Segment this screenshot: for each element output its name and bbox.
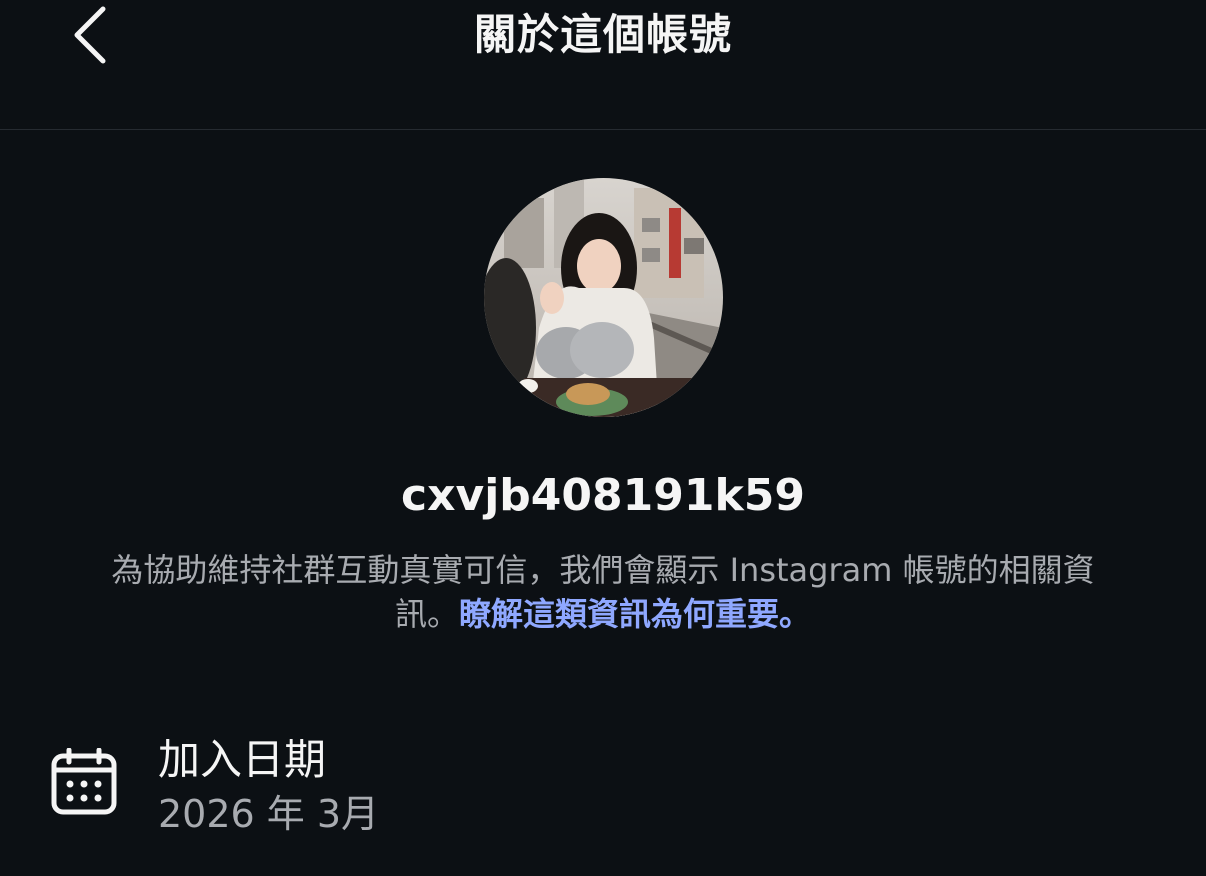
account-info-text: 為協助維持社群互動真實可信，我們會顯示 Instagram 帳號的相關資訊。瞭解… <box>90 548 1116 636</box>
profile-photo <box>484 178 723 417</box>
about-account-page: 關於這個帳號 cxvjb408191k59 為協助維持社群互動真實可信，我們會顯… <box>0 0 1206 876</box>
calendar-icon <box>51 748 117 815</box>
learn-more-link[interactable]: 瞭解這類資訊為何重要。 <box>459 595 811 633</box>
header-bar: 關於這個帳號 <box>0 0 1206 130</box>
date-joined-value: 2026 年 3月 <box>158 792 380 836</box>
date-joined-label: 加入日期 <box>158 735 327 784</box>
username: cxvjb408191k59 <box>401 470 805 521</box>
date-joined-row: 加入日期 2026 年 3月 <box>0 730 1206 840</box>
page-title: 關於這個帳號 <box>473 10 732 59</box>
avatar <box>484 178 723 417</box>
